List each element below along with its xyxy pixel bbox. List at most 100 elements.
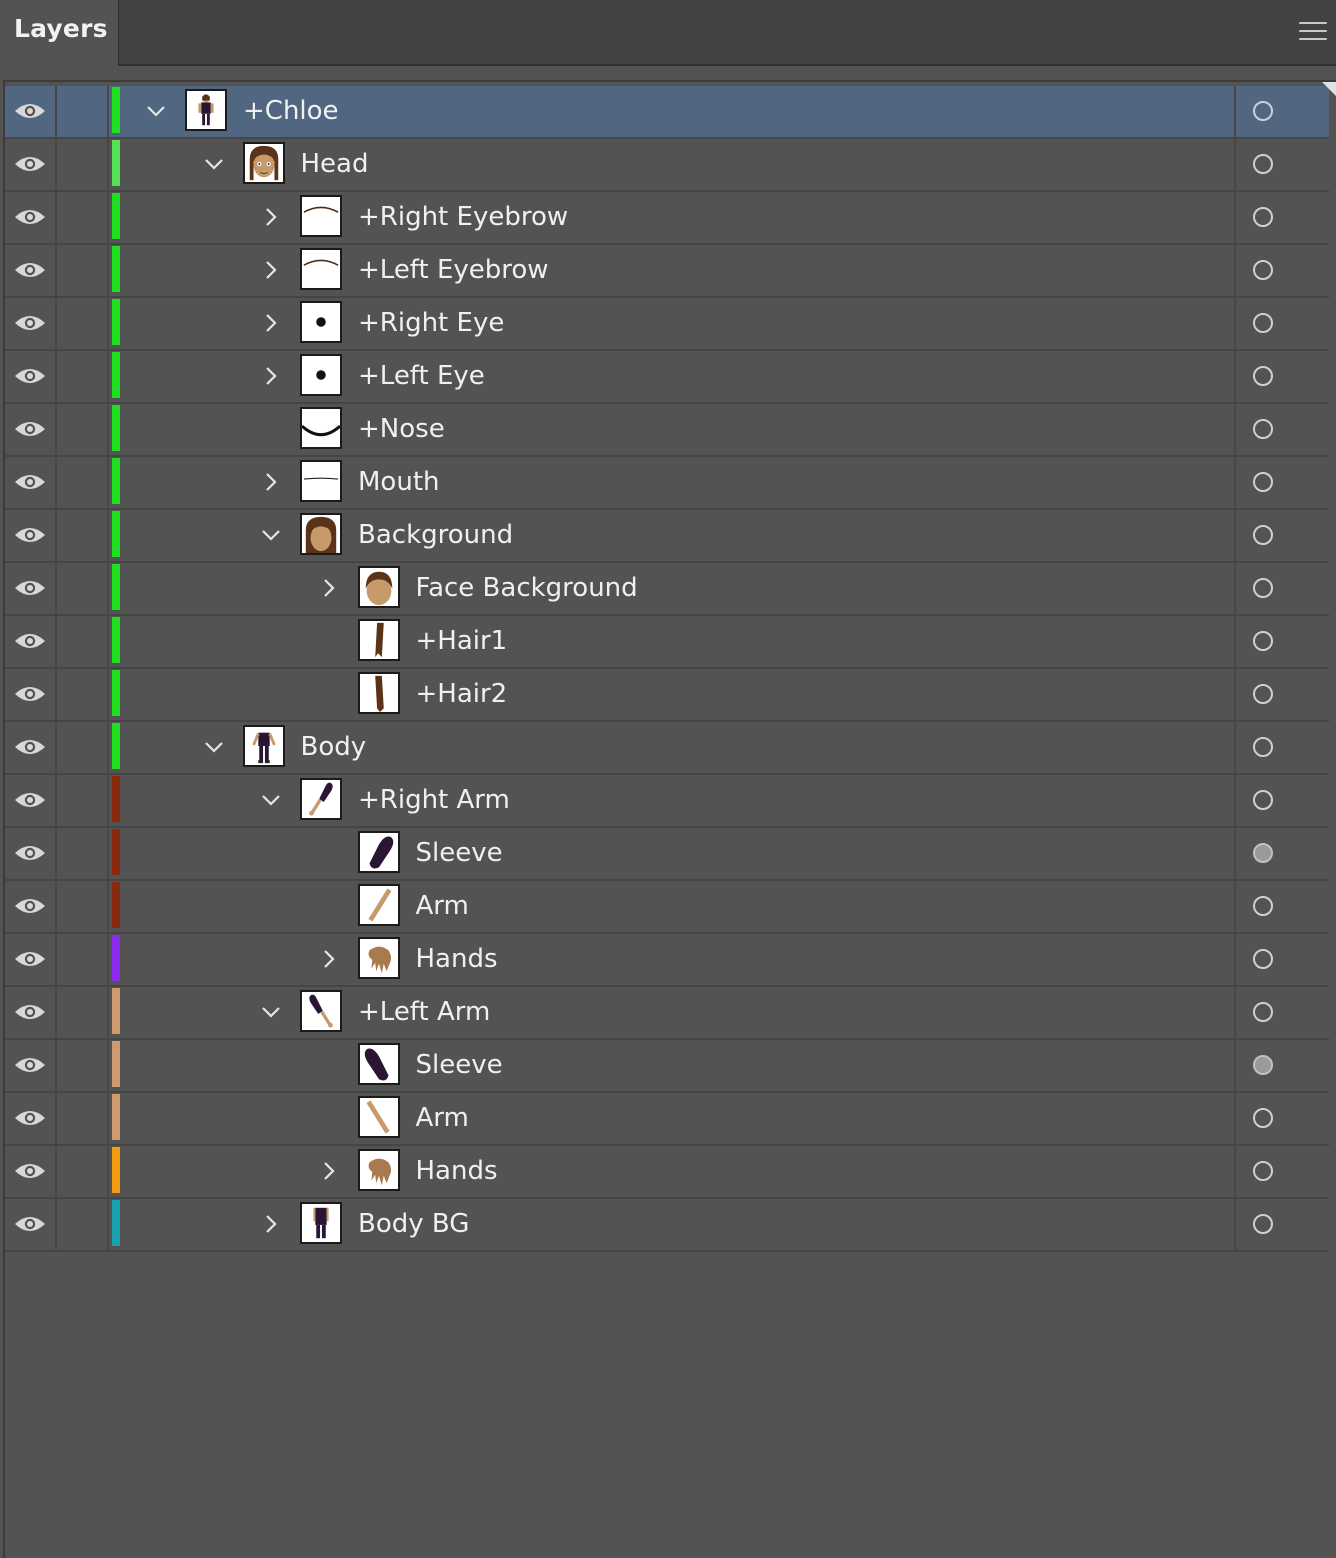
layer-row[interactable]: +Chloe — [5, 86, 1329, 139]
chevron-right-icon[interactable] — [260, 312, 282, 334]
layer-row[interactable]: Sleeve — [5, 828, 1329, 881]
visibility-eye-icon[interactable] — [13, 841, 47, 865]
visibility-eye-icon[interactable] — [13, 788, 47, 812]
layer-row[interactable]: +Hair2 — [5, 669, 1329, 722]
lock-toggle[interactable] — [57, 457, 107, 508]
layer-name[interactable]: +Right Arm — [358, 785, 510, 815]
chevron-right-icon[interactable] — [260, 259, 282, 281]
chevron-down-icon[interactable] — [145, 100, 167, 122]
lock-toggle[interactable] — [57, 351, 107, 402]
layer-name[interactable]: +Nose — [358, 414, 445, 444]
lock-toggle[interactable] — [57, 86, 107, 137]
target-circle-icon[interactable] — [1253, 631, 1273, 651]
target-circle-icon[interactable] — [1253, 896, 1273, 916]
lock-toggle[interactable] — [57, 775, 107, 826]
visibility-eye-icon[interactable] — [13, 1212, 47, 1236]
layer-name[interactable]: +Hair1 — [416, 626, 508, 656]
lock-toggle[interactable] — [57, 1093, 107, 1144]
layer-name[interactable]: +Hair2 — [416, 679, 508, 709]
target-circle-icon[interactable] — [1253, 684, 1273, 704]
chevron-right-icon[interactable] — [318, 1160, 340, 1182]
layer-row[interactable]: +Right Eye — [5, 298, 1329, 351]
visibility-eye-icon[interactable] — [13, 576, 47, 600]
visibility-eye-icon[interactable] — [13, 311, 47, 335]
layer-name[interactable]: Mouth — [358, 467, 440, 497]
layer-name[interactable]: Face Background — [416, 573, 638, 603]
target-circle-icon[interactable] — [1253, 1108, 1273, 1128]
visibility-eye-icon[interactable] — [13, 1106, 47, 1130]
target-circle-icon[interactable] — [1253, 207, 1273, 227]
layer-name[interactable]: +Left Eye — [358, 361, 485, 391]
visibility-eye-icon[interactable] — [13, 735, 47, 759]
visibility-eye-icon[interactable] — [13, 258, 47, 282]
chevron-down-icon[interactable] — [260, 524, 282, 546]
visibility-eye-icon[interactable] — [13, 947, 47, 971]
lock-toggle[interactable] — [57, 245, 107, 296]
target-circle-icon[interactable] — [1253, 154, 1273, 174]
layer-row[interactable]: Background — [5, 510, 1329, 563]
target-circle-icon[interactable] — [1253, 1161, 1273, 1181]
lock-toggle[interactable] — [57, 722, 107, 773]
target-circle-icon[interactable] — [1253, 843, 1273, 863]
layer-row[interactable]: +Hair1 — [5, 616, 1329, 669]
layer-row[interactable]: Arm — [5, 1093, 1329, 1146]
lock-toggle[interactable] — [57, 828, 107, 879]
target-circle-icon[interactable] — [1253, 101, 1273, 121]
target-circle-icon[interactable] — [1253, 313, 1273, 333]
lock-toggle[interactable] — [57, 881, 107, 932]
chevron-right-icon[interactable] — [260, 365, 282, 387]
target-circle-icon[interactable] — [1253, 1214, 1273, 1234]
layer-name[interactable]: Head — [301, 149, 369, 179]
target-circle-icon[interactable] — [1253, 366, 1273, 386]
layer-name[interactable]: +Right Eye — [358, 308, 504, 338]
chevron-right-icon[interactable] — [260, 206, 282, 228]
layer-name[interactable]: Background — [358, 520, 513, 550]
chevron-right-icon[interactable] — [260, 1213, 282, 1235]
target-circle-icon[interactable] — [1253, 1002, 1273, 1022]
lock-toggle[interactable] — [57, 404, 107, 455]
visibility-eye-icon[interactable] — [13, 1000, 47, 1024]
visibility-eye-icon[interactable] — [13, 205, 47, 229]
chevron-right-icon[interactable] — [318, 577, 340, 599]
visibility-eye-icon[interactable] — [13, 99, 47, 123]
layer-name[interactable]: +Left Eyebrow — [358, 255, 549, 285]
visibility-eye-icon[interactable] — [13, 523, 47, 547]
layer-name[interactable]: Body BG — [358, 1209, 469, 1239]
visibility-eye-icon[interactable] — [13, 1159, 47, 1183]
chevron-right-icon[interactable] — [260, 471, 282, 493]
layer-name[interactable]: Sleeve — [416, 838, 503, 868]
lock-toggle[interactable] — [57, 510, 107, 561]
layer-name[interactable]: +Chloe — [243, 96, 339, 126]
chevron-down-icon[interactable] — [203, 736, 225, 758]
layer-name[interactable]: +Left Arm — [358, 997, 490, 1027]
visibility-eye-icon[interactable] — [13, 417, 47, 441]
chevron-down-icon[interactable] — [260, 789, 282, 811]
visibility-eye-icon[interactable] — [13, 629, 47, 653]
layer-name[interactable]: Arm — [416, 1103, 469, 1133]
layer-name[interactable]: Body — [301, 732, 367, 762]
target-circle-icon[interactable] — [1253, 578, 1273, 598]
layer-row[interactable]: +Nose — [5, 404, 1329, 457]
lock-toggle[interactable] — [57, 563, 107, 614]
chevron-down-icon[interactable] — [260, 1001, 282, 1023]
layer-row[interactable]: Mouth — [5, 457, 1329, 510]
lock-toggle[interactable] — [57, 1199, 107, 1250]
chevron-right-icon[interactable] — [318, 948, 340, 970]
lock-toggle[interactable] — [57, 298, 107, 349]
target-circle-icon[interactable] — [1253, 472, 1273, 492]
lock-toggle[interactable] — [57, 1040, 107, 1091]
layer-row[interactable]: Hands — [5, 1146, 1329, 1199]
layer-row[interactable]: +Right Arm — [5, 775, 1329, 828]
target-circle-icon[interactable] — [1253, 949, 1273, 969]
layer-row[interactable]: Sleeve — [5, 1040, 1329, 1093]
visibility-eye-icon[interactable] — [13, 894, 47, 918]
layer-row[interactable]: Body BG — [5, 1199, 1329, 1252]
layer-row[interactable]: +Right Eyebrow — [5, 192, 1329, 245]
lock-toggle[interactable] — [57, 669, 107, 720]
layer-name[interactable]: +Right Eyebrow — [358, 202, 568, 232]
visibility-eye-icon[interactable] — [13, 682, 47, 706]
target-circle-icon[interactable] — [1253, 1055, 1273, 1075]
visibility-eye-icon[interactable] — [13, 152, 47, 176]
layer-row[interactable]: +Left Arm — [5, 987, 1329, 1040]
layer-row[interactable]: +Left Eyebrow — [5, 245, 1329, 298]
